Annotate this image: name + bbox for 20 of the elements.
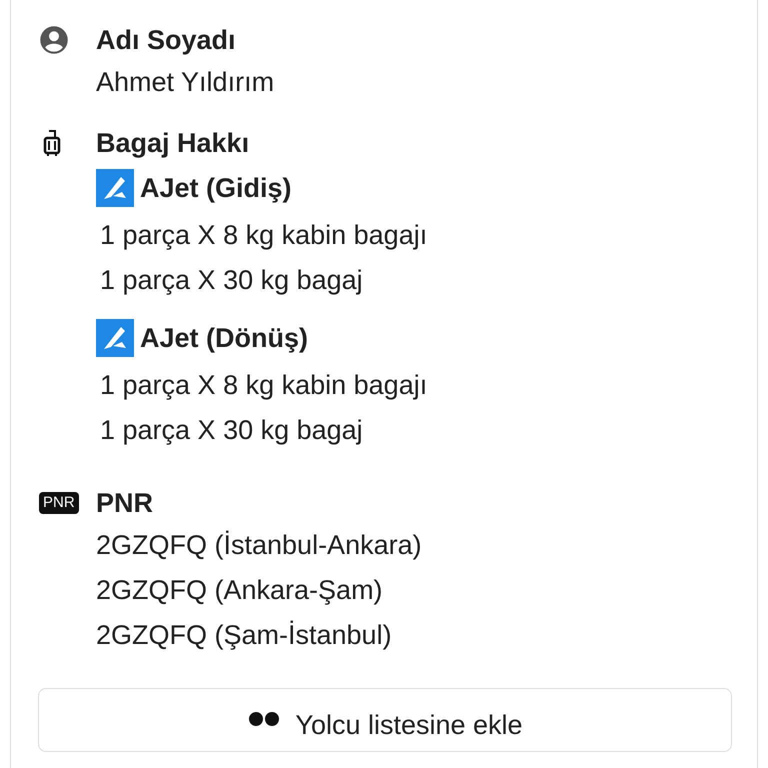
people-icon	[247, 711, 282, 727]
passenger-name: Ahmet Yıldırım	[96, 66, 274, 99]
baggage-allowance: 1 parça X 30 kg bagaj	[99, 264, 364, 297]
airline-name: AJet (Dönüş)	[140, 322, 308, 355]
user-icon	[39, 25, 69, 55]
pnr-badge: PNR	[39, 492, 79, 514]
baggage-allowance: 1 parça X 8 kg kabin bagajı	[99, 219, 428, 252]
section-heading: Bagaj Hakkı	[96, 127, 250, 160]
baggage-allowance: 1 parça X 8 kg kabin bagajı	[99, 369, 428, 402]
airline-logo-icon	[96, 319, 134, 357]
section-heading: Adı Soyadı	[96, 24, 237, 57]
add-to-passenger-list-button[interactable]: Yolcu listesine ekle	[38, 688, 732, 752]
pnr-code: 2GZQFQ (İstanbul-Ankara)	[96, 529, 422, 562]
pnr-code: 2GZQFQ (Ankara-Şam)	[96, 574, 384, 607]
section-heading: PNR	[96, 487, 154, 520]
airline-name: AJet (Gidiş)	[140, 172, 292, 205]
suitcase-icon	[43, 129, 61, 157]
baggage-allowance: 1 parça X 30 kg bagaj	[99, 414, 364, 447]
airline-logo-icon	[96, 169, 134, 207]
pnr-code: 2GZQFQ (Şam-İstanbul)	[96, 619, 393, 652]
